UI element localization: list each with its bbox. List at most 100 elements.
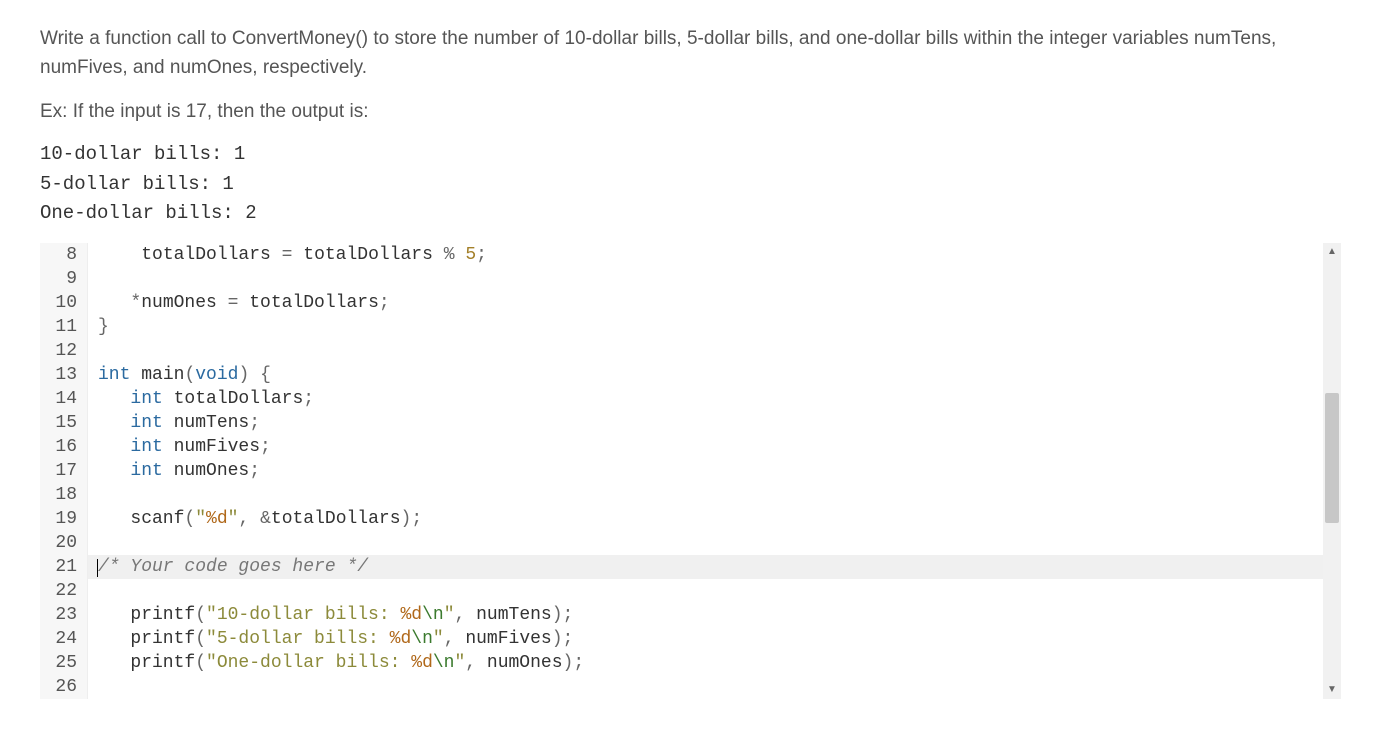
code-line[interactable] <box>88 675 1341 699</box>
code-token: ( <box>184 365 195 385</box>
code-token: { <box>260 365 271 385</box>
code-token: numTens <box>174 413 250 433</box>
code-line[interactable] <box>88 531 1341 555</box>
code-token: totalDollars <box>303 245 443 265</box>
code-line[interactable] <box>88 483 1341 507</box>
line-number: 10 <box>40 291 77 315</box>
code-line[interactable]: int main(void) { <box>88 363 1341 387</box>
code-token: " <box>228 509 239 529</box>
code-line[interactable] <box>88 339 1341 363</box>
code-token: ; <box>249 461 260 481</box>
code-token: ( <box>184 509 195 529</box>
code-token: " <box>195 509 206 529</box>
code-token: main <box>141 365 184 385</box>
code-token: = <box>282 245 304 265</box>
code-token: " <box>433 629 444 649</box>
code-token: numTens <box>476 605 552 625</box>
line-number: 24 <box>40 627 77 651</box>
scrollbar-thumb[interactable] <box>1325 393 1339 523</box>
code-token: printf <box>130 629 195 649</box>
code-token: ; <box>260 437 271 457</box>
code-token: int <box>130 413 173 433</box>
code-token: , <box>455 605 477 625</box>
content-root: Write a function call to ConvertMoney() … <box>0 0 1381 709</box>
code-token: ( <box>195 629 206 649</box>
code-line[interactable]: printf("One-dollar bills: %d\n", numOnes… <box>88 651 1341 675</box>
code-token: "5-dollar bills: <box>206 629 390 649</box>
code-area[interactable]: totalDollars = totalDollars % 5; *numOne… <box>88 243 1341 699</box>
code-line[interactable]: /* Your code goes here */ <box>88 555 1341 579</box>
code-line[interactable]: int totalDollars; <box>88 387 1341 411</box>
code-token: ); <box>401 509 423 529</box>
line-number: 15 <box>40 411 77 435</box>
code-token: /* Your code goes here */ <box>98 557 368 577</box>
code-token: %d <box>411 653 433 673</box>
code-line[interactable]: scanf("%d", &totalDollars); <box>88 507 1341 531</box>
code-line[interactable]: int numOnes; <box>88 459 1341 483</box>
code-token: %d <box>390 629 412 649</box>
code-token: numOnes <box>174 461 250 481</box>
line-number: 13 <box>40 363 77 387</box>
line-number: 22 <box>40 579 77 603</box>
code-line[interactable]: } <box>88 315 1341 339</box>
code-token: , <box>444 629 466 649</box>
code-line[interactable]: *numOnes = totalDollars; <box>88 291 1341 315</box>
code-line[interactable]: printf("5-dollar bills: %d\n", numFives)… <box>88 627 1341 651</box>
line-number: 17 <box>40 459 77 483</box>
text-caret <box>97 559 98 577</box>
line-number-gutter: 891011121314151617181920212223242526 <box>40 243 88 699</box>
code-token: numOnes <box>141 293 227 313</box>
line-number: 14 <box>40 387 77 411</box>
code-token: totalDollars <box>249 293 379 313</box>
code-token: * <box>130 293 141 313</box>
code-token: & <box>260 509 271 529</box>
code-token: int <box>130 389 173 409</box>
vertical-scrollbar[interactable]: ▲ ▼ <box>1323 243 1341 699</box>
example-output: 10-dollar bills: 1 5-dollar bills: 1 One… <box>40 140 1341 228</box>
code-token: totalDollars <box>141 245 281 265</box>
code-token: , <box>465 653 487 673</box>
code-line[interactable]: int numFives; <box>88 435 1341 459</box>
code-token: totalDollars <box>271 509 401 529</box>
code-line[interactable] <box>88 267 1341 291</box>
code-token: %d <box>400 605 422 625</box>
code-token: " <box>454 653 465 673</box>
code-line[interactable]: printf("10-dollar bills: %d\n", numTens)… <box>88 603 1341 627</box>
code-token: totalDollars <box>174 389 304 409</box>
code-line[interactable]: totalDollars = totalDollars % 5; <box>88 243 1341 267</box>
code-token: } <box>98 317 109 337</box>
code-line[interactable]: int numTens; <box>88 411 1341 435</box>
code-token: ( <box>195 653 206 673</box>
line-number: 25 <box>40 651 77 675</box>
line-number: 26 <box>40 675 77 699</box>
line-number: 23 <box>40 603 77 627</box>
code-token: \n <box>422 605 444 625</box>
code-token: numFives <box>465 629 551 649</box>
line-number: 18 <box>40 483 77 507</box>
code-token: ; <box>476 245 487 265</box>
code-editor[interactable]: 891011121314151617181920212223242526 tot… <box>40 243 1341 699</box>
code-token: ); <box>563 653 585 673</box>
code-token: ); <box>552 629 574 649</box>
example-intro: Ex: If the input is 17, then the output … <box>40 97 1341 126</box>
code-token: numOnes <box>487 653 563 673</box>
code-token: ; <box>379 293 390 313</box>
code-line[interactable] <box>88 579 1341 603</box>
line-number: 19 <box>40 507 77 531</box>
line-number: 11 <box>40 315 77 339</box>
code-token: int <box>130 437 173 457</box>
code-token: "One-dollar bills: <box>206 653 411 673</box>
code-token: scanf <box>130 509 184 529</box>
code-token: ; <box>249 413 260 433</box>
code-token: , <box>238 509 260 529</box>
line-number: 20 <box>40 531 77 555</box>
prompt-text: Write a function call to ConvertMoney() … <box>40 24 1341 83</box>
code-token: ) <box>238 365 260 385</box>
code-token: numFives <box>174 437 260 457</box>
scroll-down-arrow[interactable]: ▼ <box>1323 681 1341 699</box>
code-token: "10-dollar bills: <box>206 605 400 625</box>
code-token: = <box>228 293 250 313</box>
problem-prompt: Write a function call to ConvertMoney() … <box>40 24 1341 126</box>
scroll-up-arrow[interactable]: ▲ <box>1323 243 1341 261</box>
line-number: 12 <box>40 339 77 363</box>
